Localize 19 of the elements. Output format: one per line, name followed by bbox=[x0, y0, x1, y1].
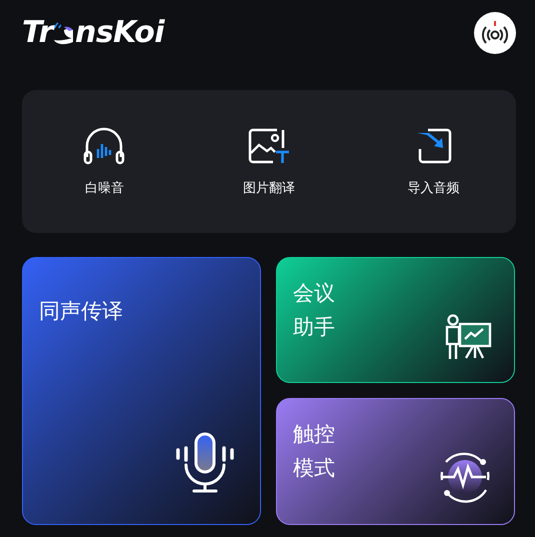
tool-button[interactable]: 白噪音 bbox=[83, 126, 126, 196]
card-title: 会议 bbox=[293, 280, 335, 307]
logo-text: Tr bbox=[22, 18, 53, 48]
card-title: 模式 bbox=[293, 455, 335, 482]
presenter-icon bbox=[444, 314, 494, 362]
card-title: 触控 bbox=[293, 421, 335, 448]
feature-card[interactable]: 同声传译 bbox=[22, 257, 261, 525]
image-translate-icon bbox=[246, 126, 291, 164]
microphone-icon bbox=[176, 432, 236, 494]
logo-text: nsKoi bbox=[74, 18, 164, 48]
card-title: 同声传译 bbox=[39, 298, 123, 325]
headphones-icon bbox=[83, 126, 126, 164]
broadcast-button[interactable] bbox=[474, 12, 516, 54]
feature-card[interactable]: 会议 助手 bbox=[276, 257, 515, 383]
card-title: 助手 bbox=[293, 314, 335, 341]
tool-button[interactable]: 图片翻译 bbox=[242, 126, 295, 196]
broadcast-icon bbox=[482, 20, 508, 46]
tool-button[interactable]: 导入音频 bbox=[408, 126, 460, 196]
feature-card[interactable]: 触控 模式 bbox=[276, 398, 515, 525]
